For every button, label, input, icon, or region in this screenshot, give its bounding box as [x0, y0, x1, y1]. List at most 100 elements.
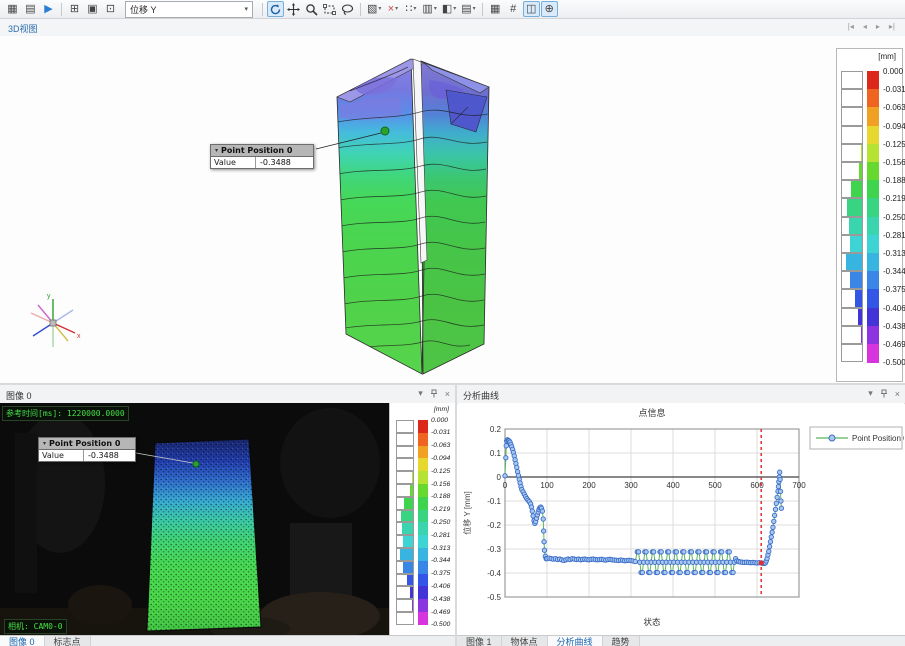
tile-windows-button[interactable]: ◫: [523, 1, 540, 17]
colorbar-histogram-cell: [396, 446, 414, 459]
tab-3d-view[interactable]: 3D视图: [8, 22, 38, 35]
analysis-curve-panel: 分析曲线 ▾ × 点信息01002003004005006007000.20.1…: [457, 385, 905, 646]
play-button[interactable]: ▶: [40, 1, 57, 17]
colorbar-histogram-cell: [841, 180, 863, 198]
display-mode-select[interactable]: 位移 Y▾: [125, 1, 253, 18]
point-annotation-3d[interactable]: ▾ Point Position 0 Value -0.3488: [210, 144, 314, 169]
colorbar-histogram-cell: [396, 586, 414, 599]
colorbar-label: -0.406: [431, 583, 450, 590]
annotation-value: -0.3488: [84, 450, 135, 461]
colorbar-histogram-cell: [396, 599, 414, 612]
svg-text:200: 200: [582, 481, 596, 490]
colorbar-label: -0.031: [431, 429, 450, 436]
copy-stage-button[interactable]: ⊡: [102, 1, 119, 17]
surface-selection-button[interactable]: ▧▾: [365, 1, 383, 17]
axes-orientation-widget[interactable]: x y: [31, 293, 81, 347]
colorbar-label: -0.031: [883, 85, 905, 94]
colorbar-histogram-cell: [396, 471, 414, 484]
svg-text:-0.1: -0.1: [487, 497, 501, 506]
svg-text:-0.5: -0.5: [487, 593, 501, 602]
point-position-0-marker-3d[interactable]: [381, 127, 389, 135]
close-icon[interactable]: ×: [895, 389, 900, 399]
svg-text:500: 500: [708, 481, 722, 490]
colorbar-label: -0.250: [431, 519, 450, 526]
colorbar-label: -0.125: [883, 140, 905, 149]
colorbar-band: [867, 126, 879, 145]
colorbar-histogram-cell: [396, 510, 414, 523]
fit-all-windows-button[interactable]: ⊕: [541, 1, 558, 17]
add-stage-button[interactable]: ⊞: [66, 1, 83, 17]
colorbar-histogram-cell: [841, 162, 863, 180]
curve-tab[interactable]: 图像 1: [457, 636, 502, 646]
timeline-view-button[interactable]: ▤: [22, 1, 39, 17]
image-tab[interactable]: 图像 0: [0, 636, 45, 646]
collapse-triangle-icon: ▾: [215, 147, 218, 154]
last-stage-button[interactable]: ▸|: [889, 22, 895, 31]
point-selection-button[interactable]: ∷▾: [402, 1, 419, 17]
colorbar-band: [867, 326, 879, 345]
colorbar-label: 0.000: [883, 67, 903, 76]
annotation-value: -0.3488: [256, 157, 313, 168]
colorbar-band: [867, 308, 879, 327]
3d-viewport[interactable]: x y ▾ Point Position 0 Value -0.3488 [mm…: [0, 36, 905, 383]
point-position-0-marker-image[interactable]: [193, 461, 199, 467]
colorbar-band: [418, 484, 428, 497]
lasso-tool-button[interactable]: [339, 1, 356, 17]
colorbar-band: [418, 535, 428, 548]
camera-image-view[interactable]: 参考时间[ms]: 1220000.0000 相机: CAM0-0 ▾ Poin…: [0, 403, 389, 636]
table-view-button[interactable]: ▦: [4, 1, 21, 17]
colorbar-band: [418, 548, 428, 561]
main-toolbar: ▦▤▶⊞▣⊡位移 Y▾▧▾×▾∷▾▥▾◧▾▤▾▦#◫⊕: [0, 0, 905, 19]
colorbar-label: -0.188: [431, 493, 450, 500]
image-tab[interactable]: 标志点: [45, 636, 91, 646]
grid-large-button[interactable]: #: [505, 1, 522, 17]
collapse-icon[interactable]: ▾: [868, 388, 873, 399]
colorbar-label: -0.156: [431, 481, 450, 488]
annotation-title: Point Position 0: [49, 439, 120, 448]
colorbar-band: [418, 561, 428, 574]
svg-text:Point Position 0: Point Position 0: [852, 434, 904, 443]
edit-report-button[interactable]: ▣: [84, 1, 101, 17]
colorbar-histogram-cell: [396, 548, 414, 561]
point-annotation-image[interactable]: ▾ Point Position 0 Value -0.3488: [38, 437, 136, 462]
colorbar-band: [867, 144, 879, 163]
layout-columns-button[interactable]: ▥▾: [420, 1, 438, 17]
colorbar-band: [418, 612, 428, 625]
toolbar-separator: [61, 3, 62, 16]
next-stage-button[interactable]: ▸: [876, 22, 880, 31]
rotate-tool-button[interactable]: [267, 1, 284, 17]
collapse-icon[interactable]: ▾: [418, 388, 423, 399]
colorbar-band: [867, 198, 879, 217]
colorbar-band: [418, 420, 428, 433]
previous-stage-button[interactable]: ◂: [863, 22, 867, 31]
curve-tab[interactable]: 分析曲线: [548, 636, 603, 646]
curve-panel-header[interactable]: 分析曲线 ▾ ×: [457, 385, 905, 404]
camera-view-button[interactable]: ◧▾: [440, 1, 458, 17]
toolbar-separator: [360, 3, 361, 16]
point-info-chart: 点信息01002003004005006007000.20.10-0.1-0.2…: [458, 403, 904, 636]
colorbar-label: -0.094: [883, 122, 905, 131]
analysis-chart[interactable]: 点信息01002003004005006007000.20.10-0.1-0.2…: [458, 403, 904, 636]
svg-text:y: y: [47, 293, 51, 300]
curve-tab[interactable]: 物体点: [502, 636, 548, 646]
pin-icon[interactable]: [430, 389, 438, 398]
colorbar-histogram-cell: [396, 574, 414, 587]
curve-tab[interactable]: 趋势: [603, 636, 640, 646]
close-icon[interactable]: ×: [445, 389, 450, 399]
delete-selection-button[interactable]: ×▾: [384, 1, 401, 17]
first-stage-button[interactable]: |◂: [848, 22, 854, 31]
pin-icon[interactable]: [880, 389, 888, 398]
colorbar-histogram-cell: [841, 271, 863, 289]
svg-text:400: 400: [666, 481, 680, 490]
grid-small-button[interactable]: ▦: [487, 1, 504, 17]
zoom-tool-button[interactable]: [303, 1, 320, 17]
colorbar-band: [867, 344, 879, 363]
window-layout-button[interactable]: ▤▾: [459, 1, 477, 17]
colorbar-histogram-cell: [396, 433, 414, 446]
svg-text:点信息: 点信息: [638, 407, 665, 418]
colorbar-label: -0.094: [431, 455, 450, 462]
image-panel-header[interactable]: 图像 0 ▾ ×: [0, 385, 455, 404]
fit-tool-button[interactable]: [321, 1, 338, 17]
pan-tool-button[interactable]: [285, 1, 302, 17]
colorbar-band: [867, 89, 879, 108]
